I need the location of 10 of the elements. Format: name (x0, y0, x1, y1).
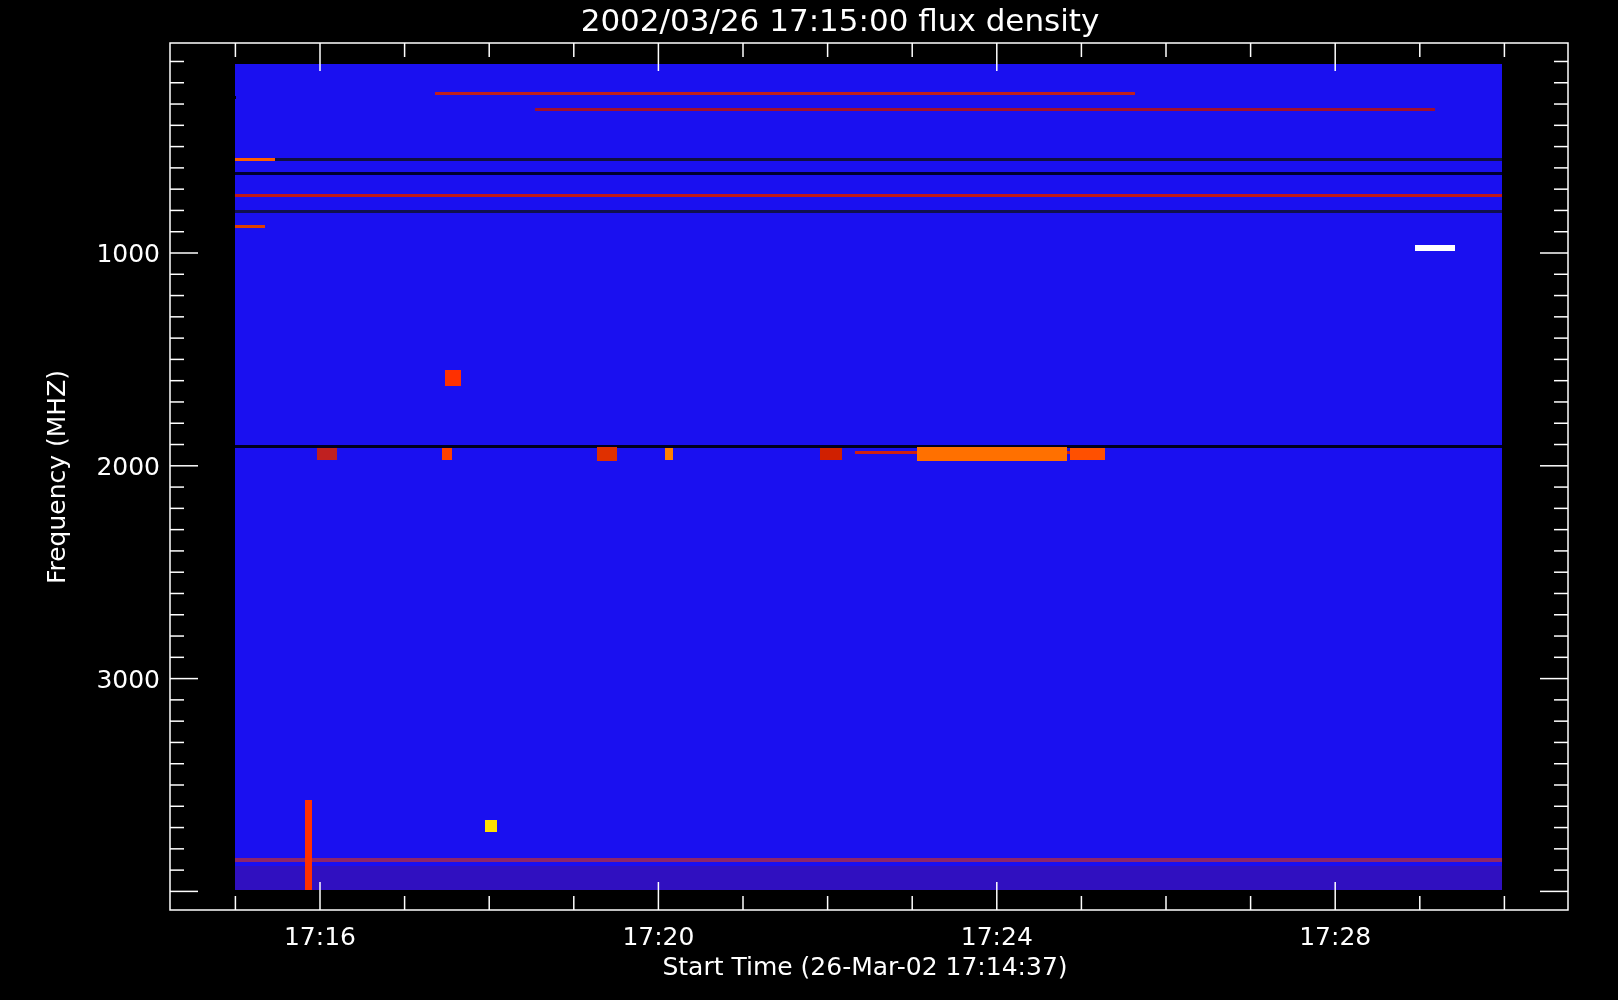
x-tick-label: 17:20 (622, 922, 695, 951)
x-tick-label: 17:28 (1299, 922, 1372, 951)
chart-title: 2002/03/26 17:15:00 flux density (580, 2, 1100, 38)
x-axis-label: Start Time (26-Mar-02 17:14:37) (662, 952, 1068, 981)
x-tick-label: 17:16 (284, 922, 356, 951)
y-tick-label: 2000 (96, 451, 160, 481)
y-tick-label: 1000 (96, 239, 160, 268)
y-tick-label: 3000 (96, 664, 160, 694)
x-tick-label: 17:24 (960, 922, 1033, 951)
y-axis-label: Frequency (MHZ) (42, 369, 71, 585)
